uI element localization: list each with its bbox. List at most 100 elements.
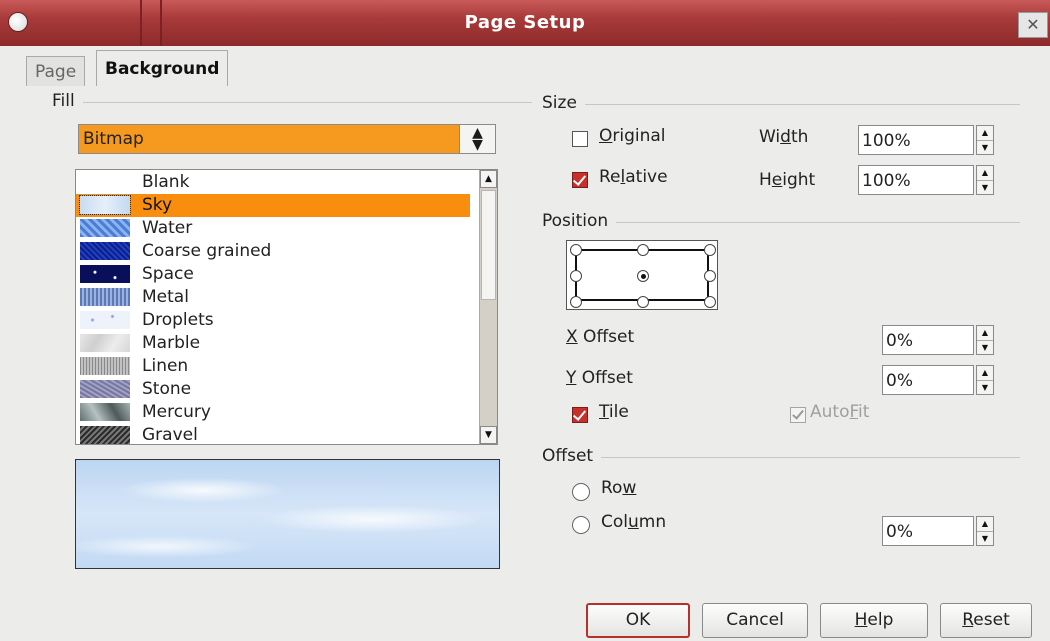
- x-offset-spin-buttons[interactable]: ▲ ▼: [976, 325, 994, 355]
- width-spin-buttons[interactable]: ▲ ▼: [976, 125, 994, 155]
- dropdown-arrows-icon[interactable]: ▲ ▼: [459, 125, 495, 153]
- bitmap-preview: [75, 459, 500, 569]
- position-point-center[interactable]: [637, 270, 649, 282]
- spin-down-icon[interactable]: ▼: [977, 180, 993, 194]
- position-point-bottom-right[interactable]: [704, 296, 716, 308]
- original-label: Original: [599, 126, 666, 146]
- list-item-label: Stone: [142, 379, 192, 399]
- metal-swatch: [80, 288, 130, 306]
- list-item[interactable]: Sky: [76, 194, 470, 217]
- spin-up-icon[interactable]: ▲: [977, 126, 993, 140]
- water-swatch: [80, 219, 130, 237]
- position-point-left[interactable]: [570, 270, 582, 282]
- height-label: Height: [759, 170, 816, 190]
- linen-swatch: [80, 357, 130, 375]
- x-offset-label: X Offset: [566, 327, 635, 347]
- tab-page[interactable]: Page: [26, 56, 86, 86]
- help-button[interactable]: Help: [820, 603, 928, 638]
- list-item[interactable]: Stone: [76, 378, 470, 401]
- list-item[interactable]: Metal: [76, 286, 470, 309]
- row-label: Row: [601, 478, 637, 498]
- width-spin[interactable]: 100% ▲ ▼: [858, 125, 1004, 155]
- y-offset-spin[interactable]: 0% ▲ ▼: [882, 365, 1028, 395]
- position-point-top-left[interactable]: [570, 244, 582, 256]
- width-input[interactable]: 100%: [858, 125, 974, 155]
- list-item[interactable]: Gravel: [76, 424, 470, 445]
- y-offset-spin-buttons[interactable]: ▲ ▼: [976, 365, 994, 395]
- height-spin-buttons[interactable]: ▲ ▼: [976, 165, 994, 195]
- offset-section-label: Offset: [542, 446, 602, 466]
- y-offset-input[interactable]: 0%: [882, 365, 974, 395]
- close-icon[interactable]: ✕: [1018, 12, 1048, 38]
- reset-button[interactable]: Reset: [940, 603, 1032, 638]
- x-offset-input[interactable]: 0%: [882, 325, 974, 355]
- list-item[interactable]: Water: [76, 217, 470, 240]
- list-item[interactable]: Blank: [76, 171, 470, 194]
- row-radio[interactable]: [572, 483, 590, 501]
- tab-background[interactable]: Background: [96, 50, 229, 86]
- list-item-label: Blank: [142, 172, 190, 192]
- position-grid[interactable]: [566, 240, 718, 310]
- blank-swatch: [80, 173, 130, 191]
- relative-label: Relative: [599, 167, 668, 187]
- column-radio[interactable]: [572, 516, 590, 534]
- window-title: Page Setup: [464, 12, 586, 33]
- spin-down-icon[interactable]: ▼: [977, 340, 993, 354]
- list-item-label: Sky: [142, 195, 173, 215]
- original-checkbox[interactable]: [572, 131, 588, 147]
- spin-up-icon[interactable]: ▲: [977, 326, 993, 340]
- position-point-bottom[interactable]: [637, 296, 649, 308]
- position-section-label: Position: [542, 211, 617, 231]
- fill-section-label: Fill: [52, 91, 83, 111]
- spin-up-icon[interactable]: ▲: [977, 517, 993, 531]
- original-label-rest: riginal: [612, 126, 666, 146]
- size-section-rule: [542, 104, 1020, 105]
- height-input[interactable]: 100%: [858, 165, 974, 195]
- height-spin[interactable]: 100% ▲ ▼: [858, 165, 1004, 195]
- list-item[interactable]: Droplets: [76, 309, 470, 332]
- tile-checkbox[interactable]: [572, 407, 588, 423]
- position-point-right[interactable]: [704, 270, 716, 282]
- list-item-label: Space: [142, 264, 194, 284]
- list-item[interactable]: Space: [76, 263, 470, 286]
- list-item-label: Water: [142, 218, 193, 238]
- scroll-up-icon[interactable]: ▲: [480, 170, 497, 188]
- droplets-swatch: [80, 311, 130, 329]
- spin-down-icon[interactable]: ▼: [977, 140, 993, 154]
- x-offset-spin[interactable]: 0% ▲ ▼: [882, 325, 1028, 355]
- fill-type-dropdown[interactable]: Bitmap ▲ ▼: [78, 124, 496, 154]
- list-item-label: Marble: [142, 333, 201, 353]
- cancel-button[interactable]: Cancel: [702, 603, 808, 638]
- sky-swatch: [79, 195, 131, 215]
- scroll-down-icon[interactable]: ▼: [480, 426, 497, 444]
- position-point-top[interactable]: [637, 244, 649, 256]
- list-item[interactable]: Mercury: [76, 401, 470, 424]
- relative-checkbox[interactable]: [572, 172, 588, 188]
- list-item-label: Coarse grained: [142, 241, 272, 261]
- offset-spin-buttons[interactable]: ▲ ▼: [976, 516, 994, 546]
- coarse-grained-swatch: [80, 242, 130, 260]
- list-item-label: Droplets: [142, 310, 214, 330]
- list-item[interactable]: Marble: [76, 332, 470, 355]
- position-point-top-right[interactable]: [704, 244, 716, 256]
- spin-up-icon[interactable]: ▲: [977, 366, 993, 380]
- spin-up-icon[interactable]: ▲: [977, 166, 993, 180]
- bitmap-list[interactable]: Blank Sky Water Coarse grained Space Met…: [75, 169, 498, 445]
- spin-down-icon[interactable]: ▼: [977, 531, 993, 545]
- list-item[interactable]: Coarse grained: [76, 240, 470, 263]
- position-point-bottom-left[interactable]: [570, 296, 582, 308]
- marble-swatch: [80, 334, 130, 352]
- list-item-label: Mercury: [142, 402, 211, 422]
- list-item[interactable]: Linen: [76, 355, 470, 378]
- offset-input[interactable]: 0%: [882, 516, 974, 546]
- fill-type-value: Bitmap: [83, 129, 144, 149]
- spin-down-icon[interactable]: ▼: [977, 380, 993, 394]
- list-item-label: Gravel: [142, 425, 198, 445]
- fill-section-rule: [52, 102, 532, 103]
- offset-spin[interactable]: 0% ▲ ▼: [882, 516, 1028, 546]
- scrollbar-thumb[interactable]: [481, 190, 496, 300]
- list-item-label: Metal: [142, 287, 189, 307]
- bitmap-list-scrollbar[interactable]: ▲ ▼: [479, 170, 497, 444]
- ok-button[interactable]: OK: [586, 603, 690, 638]
- mercury-swatch: [80, 403, 130, 421]
